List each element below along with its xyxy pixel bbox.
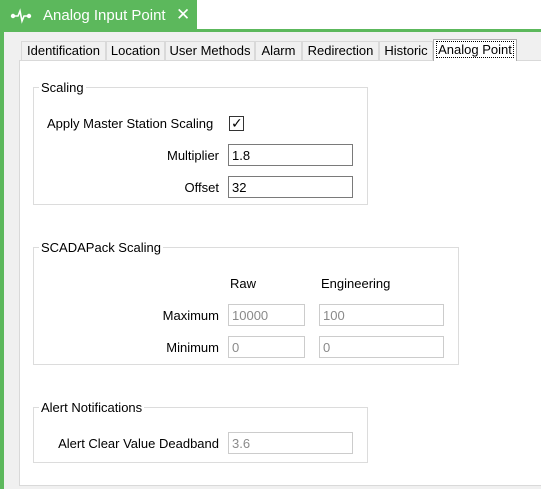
document-tab[interactable]: Analog Input Point ✕ (0, 0, 197, 31)
tab-redirection[interactable]: Redirection (302, 41, 379, 60)
checkmark-icon: ✓ (231, 115, 243, 131)
tab-alarm[interactable]: Alarm (255, 41, 302, 60)
minimum-raw-field (228, 336, 305, 358)
minimum-label: Minimum (166, 340, 219, 355)
scadapack-scaling-title: SCADAPack Scaling (39, 240, 163, 255)
alert-clear-deadband-field (228, 432, 353, 454)
maximum-engineering-field (319, 304, 444, 326)
tab-identification[interactable]: Identification (21, 41, 106, 60)
multiplier-field[interactable] (228, 144, 353, 166)
minimum-engineering-field (319, 336, 444, 358)
close-icon[interactable]: ✕ (176, 6, 190, 24)
tab-location[interactable]: Location (106, 41, 165, 60)
tab-user-methods[interactable]: User Methods (165, 41, 255, 60)
scaling-group-title: Scaling (39, 80, 86, 95)
maximum-label: Maximum (162, 308, 219, 323)
offset-label: Offset (184, 180, 219, 195)
raw-column-header: Raw (230, 276, 257, 291)
engineering-column-header: Engineering (321, 276, 391, 291)
apply-master-scaling-checkbox[interactable]: ✓ (229, 115, 244, 131)
tab-historic[interactable]: Historic (379, 41, 433, 60)
alert-clear-deadband-label: Alert Clear Value Deadband (58, 436, 219, 451)
tab-analog-point[interactable]: Analog Point (433, 39, 517, 61)
apply-master-scaling-label: Apply Master Station Scaling (47, 116, 214, 131)
analog-signal-icon (10, 8, 32, 24)
maximum-raw-field (228, 304, 305, 326)
document-tab-title: Analog Input Point (43, 7, 166, 24)
tab-strip-underline (0, 29, 541, 32)
offset-field[interactable] (228, 176, 353, 198)
left-accent-edge (0, 31, 4, 489)
multiplier-label: Multiplier (166, 148, 219, 163)
alert-notifications-title: Alert Notifications (39, 400, 145, 415)
